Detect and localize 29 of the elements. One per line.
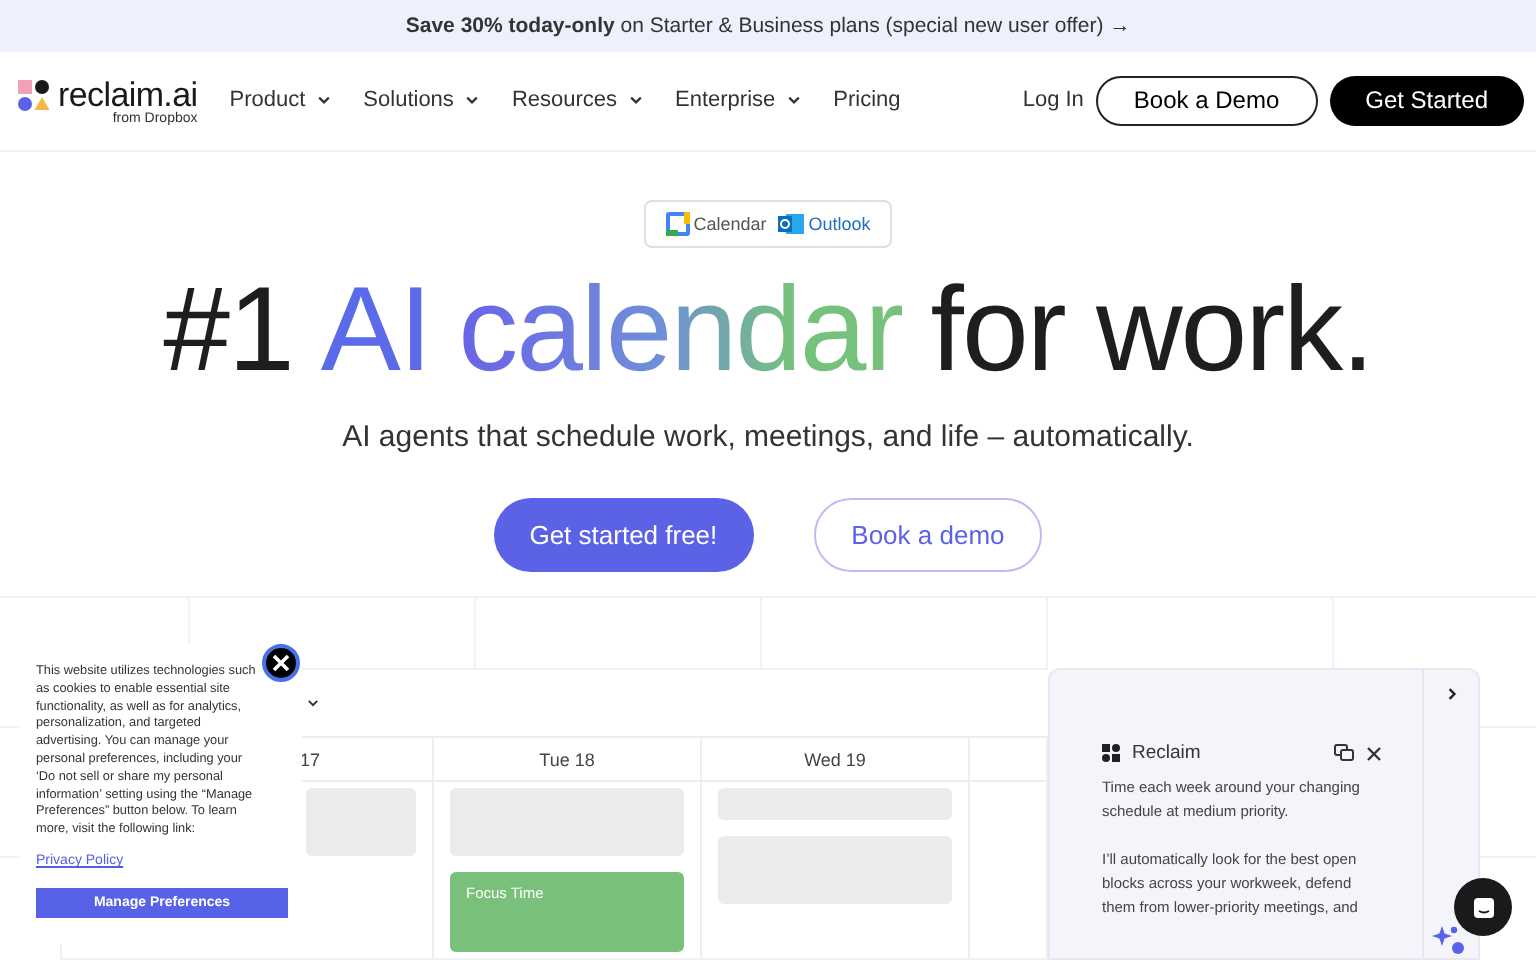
chat-icon[interactable] bbox=[1334, 744, 1354, 762]
assistant-title: Reclaim bbox=[1132, 742, 1203, 764]
chat-icon bbox=[1471, 895, 1495, 919]
hero-headline: #1 AI calendar for work. bbox=[163, 264, 1373, 396]
chat-launcher-button[interactable] bbox=[1454, 878, 1512, 936]
day-header: Tue 18 bbox=[434, 738, 702, 780]
hero-subtitle: AI agents that schedule work, meetings, and life – automatically. bbox=[342, 420, 1194, 454]
get-started-free-button[interactable]: Get started free! bbox=[493, 498, 754, 572]
nav-item[interactable]: Enterprise bbox=[675, 88, 802, 113]
grid-logo-icon bbox=[1102, 744, 1120, 762]
day-header: Wed 19 bbox=[702, 738, 970, 780]
close-icon bbox=[272, 654, 290, 672]
mail-app-icon bbox=[778, 212, 805, 236]
get-started-button[interactable]: Get Started bbox=[1329, 75, 1524, 126]
book-demo-button[interactable]: Book a demo bbox=[813, 498, 1043, 572]
close-icon[interactable] bbox=[1366, 745, 1382, 761]
chevron-down-icon bbox=[306, 696, 320, 710]
integration-label: Outlook bbox=[778, 212, 871, 236]
nav-item[interactable]: Pricing bbox=[833, 88, 901, 113]
book-demo-button[interactable]: Book a Demo bbox=[1095, 75, 1318, 126]
login-link[interactable]: Log In bbox=[1022, 88, 1084, 113]
nav-item[interactable]: Resources bbox=[511, 88, 644, 113]
logo-icon bbox=[16, 77, 52, 114]
chevron-right-icon[interactable] bbox=[1443, 686, 1459, 702]
integration-label: Calendar bbox=[665, 212, 767, 236]
nav-item[interactable]: Solutions bbox=[363, 88, 480, 113]
calendar-icon bbox=[665, 212, 690, 236]
nav-item[interactable]: Product bbox=[229, 88, 332, 113]
sparkle-icon bbox=[1432, 924, 1468, 956]
